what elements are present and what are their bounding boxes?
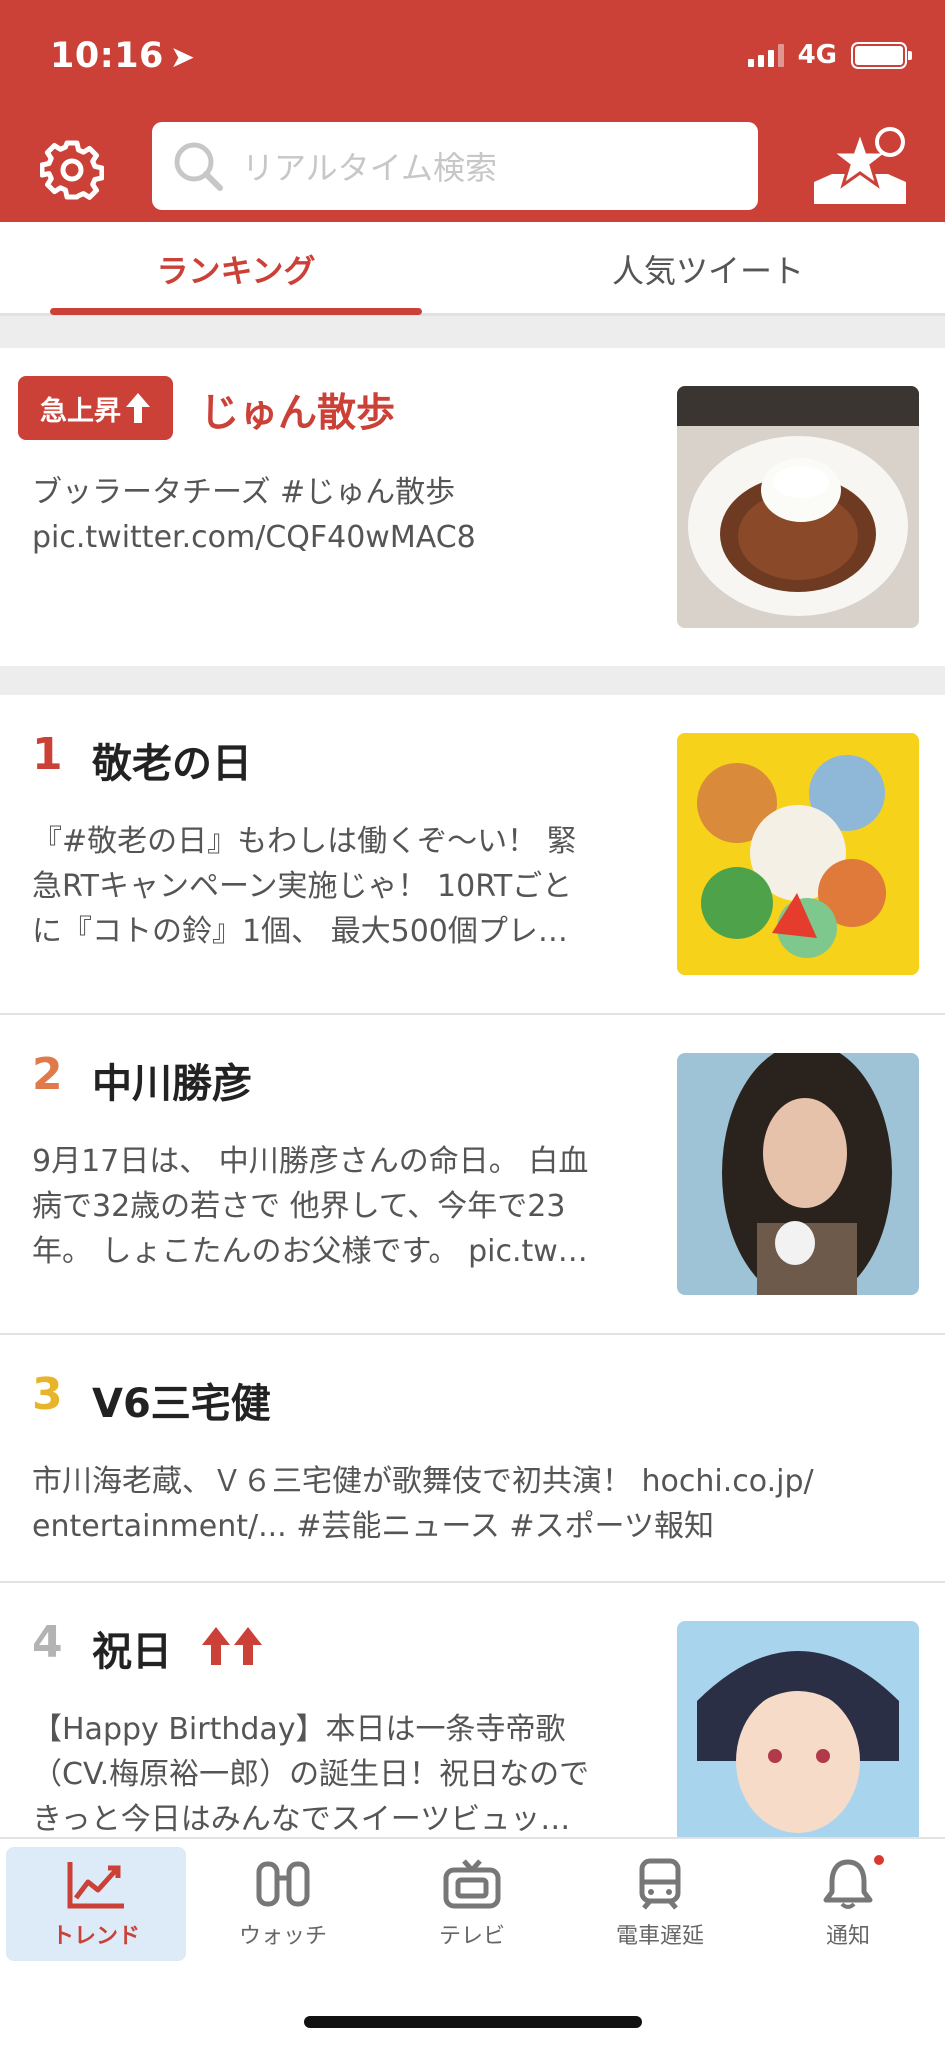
- tabbar-trend[interactable]: トレンド: [6, 1847, 186, 1961]
- up-arrow-icon: [126, 393, 150, 423]
- rank-number: 4: [32, 1617, 63, 1668]
- tabbar-label: 通知: [825, 1924, 870, 1949]
- tabbar-label: トレンド: [51, 1924, 140, 1949]
- rising-trend-card[interactable]: 急上昇 じゅん散歩 ブッラータチーズ #じゅん散歩 pic.twitter.co…: [0, 348, 945, 666]
- portrait-thumbnail: [677, 1053, 919, 1295]
- bell-icon: [823, 1859, 873, 1909]
- rising-desc-line: ブッラータチーズ #じゅん散歩: [32, 475, 456, 510]
- tabbar-tv[interactable]: テレビ: [382, 1847, 562, 1961]
- train-icon: [639, 1858, 681, 1910]
- rank-number: 1: [32, 729, 63, 780]
- rising-description: ブッラータチーズ #じゅん散歩 pic.twitter.com/CQF40wMA…: [32, 470, 476, 560]
- rank-title: 敬老の日: [92, 741, 252, 787]
- ranking-item-1[interactable]: 1 敬老の日 『#敬老の日』もわしは働くぞ〜い！ 緊 急RTキャンペーン実施じゃ…: [0, 695, 945, 1013]
- tabbar-notifications[interactable]: 通知: [758, 1847, 938, 1961]
- status-time: 10:16 ➤: [50, 36, 196, 76]
- cartoon-thumbnail: [677, 733, 919, 975]
- rank-number: 3: [32, 1369, 63, 1420]
- rank-description: 『#敬老の日』もわしは働くぞ〜い！ 緊 急RTキャンペーン実施じゃ！ 10RTご…: [32, 819, 577, 954]
- rank-description: 【Happy Birthday】本日は一条寺帝歌 （CV.梅原裕一郎）の誕生日！…: [32, 1707, 589, 1842]
- rank-description: 市川海老蔵、Ｖ６三宅健が歌舞伎で初共演！ hochi.co.jp/ entert…: [32, 1459, 814, 1549]
- binoculars-icon: [256, 1861, 310, 1907]
- tabbar-label: 電車遅延: [615, 1924, 704, 1949]
- network-type: 4G: [797, 40, 837, 70]
- desc-line: entertainment/... #芸能ニュース #スポーツ報知: [32, 1509, 714, 1544]
- desc-line: （CV.梅原裕一郎）の誕生日！祝日なので: [32, 1757, 590, 1792]
- tabbar-label: テレビ: [438, 1924, 505, 1949]
- rising-badge-label: 急上昇: [40, 395, 121, 427]
- desc-line: 市川海老蔵、Ｖ６三宅健が歌舞伎で初共演！ hochi.co.jp/: [32, 1464, 814, 1499]
- rank-title: 祝日: [92, 1629, 172, 1675]
- anime-thumbnail: [677, 1621, 919, 1837]
- desc-line: 急RTキャンペーン実施じゃ！ 10RTごと: [32, 869, 573, 904]
- rising-title: じゅん散歩: [200, 391, 396, 436]
- desc-line: に『コトの鈴』1個、 最大500個プレ…: [32, 914, 568, 949]
- double-up-arrow-icon: [202, 1627, 262, 1665]
- desc-line: 9月17日は、 中川勝彦さんの命日。 白血: [32, 1144, 589, 1179]
- tv-icon: [443, 1859, 501, 1909]
- tab-ranking[interactable]: ランキング: [50, 222, 422, 316]
- rising-badge: 急上昇: [18, 376, 173, 440]
- trend-chart-icon: [67, 1862, 124, 1909]
- tabbar-train-delay[interactable]: 電車遅延: [570, 1847, 750, 1961]
- pasta-thumbnail: [677, 386, 919, 628]
- search-bar[interactable]: リアルタイム検索: [152, 122, 758, 210]
- desc-line: きっと今日はみんなでスイーツビュッ…: [32, 1802, 571, 1837]
- desc-line: 『#敬老の日』もわしは働くぞ〜い！ 緊: [32, 824, 577, 859]
- notification-dot: [872, 1853, 886, 1867]
- top-tabs: ランキング 人気ツイート: [0, 222, 945, 316]
- ranking-item-2[interactable]: 2 中川勝彦 9月17日は、 中川勝彦さんの命日。 白血 病で32歳の若さで 他…: [0, 1015, 945, 1333]
- rising-desc-link[interactable]: pic.twitter.com/CQF40wMAC8: [32, 515, 476, 560]
- signal-bars-icon: [747, 43, 784, 67]
- settings-gear-icon[interactable]: [40, 138, 104, 202]
- desc-line: 【Happy Birthday】本日は一条寺帝歌: [32, 1712, 566, 1747]
- status-indicators: 4G: [747, 40, 912, 70]
- ranking-item-4[interactable]: 4 祝日 【Happy Birthday】本日は一条寺帝歌 （CV.梅原裕一郎）…: [0, 1583, 945, 1837]
- favorites-star-icon[interactable]: [808, 126, 912, 210]
- rank-number: 2: [32, 1049, 63, 1100]
- rank-title: 中川勝彦: [92, 1061, 252, 1107]
- app-header: 10:16 ➤ 4G リアルタイム検索: [0, 0, 945, 222]
- ranking-item-3[interactable]: 3 V6三宅健 市川海老蔵、Ｖ６三宅健が歌舞伎で初共演！ hochi.co.jp…: [0, 1335, 945, 1581]
- tabbar-label: ウォッチ: [238, 1924, 327, 1949]
- active-tab-indicator: [50, 308, 422, 315]
- tab-popular-tweets[interactable]: 人気ツイート: [472, 222, 944, 316]
- battery-icon: [851, 41, 912, 69]
- tabbar-watch[interactable]: ウォッチ: [193, 1847, 373, 1961]
- rank-title: V6三宅健: [92, 1381, 271, 1427]
- search-placeholder: リアルタイム検索: [242, 149, 498, 187]
- home-indicator: [304, 2016, 642, 2028]
- desc-line: 年。 しょこたんのお父様です。 pic.tw…: [32, 1234, 588, 1269]
- desc-line: 病で32歳の若さで 他界して、今年で23: [32, 1189, 566, 1224]
- rank-description: 9月17日は、 中川勝彦さんの命日。 白血 病で32歳の若さで 他界して、今年で…: [32, 1139, 588, 1274]
- location-arrow-icon: ➤: [169, 40, 196, 75]
- search-icon: [174, 142, 223, 191]
- clock-text: 10:16: [50, 36, 164, 76]
- bottom-tab-bar: トレンド ウォッチ テレビ 電車遅延 通知: [0, 1837, 945, 2048]
